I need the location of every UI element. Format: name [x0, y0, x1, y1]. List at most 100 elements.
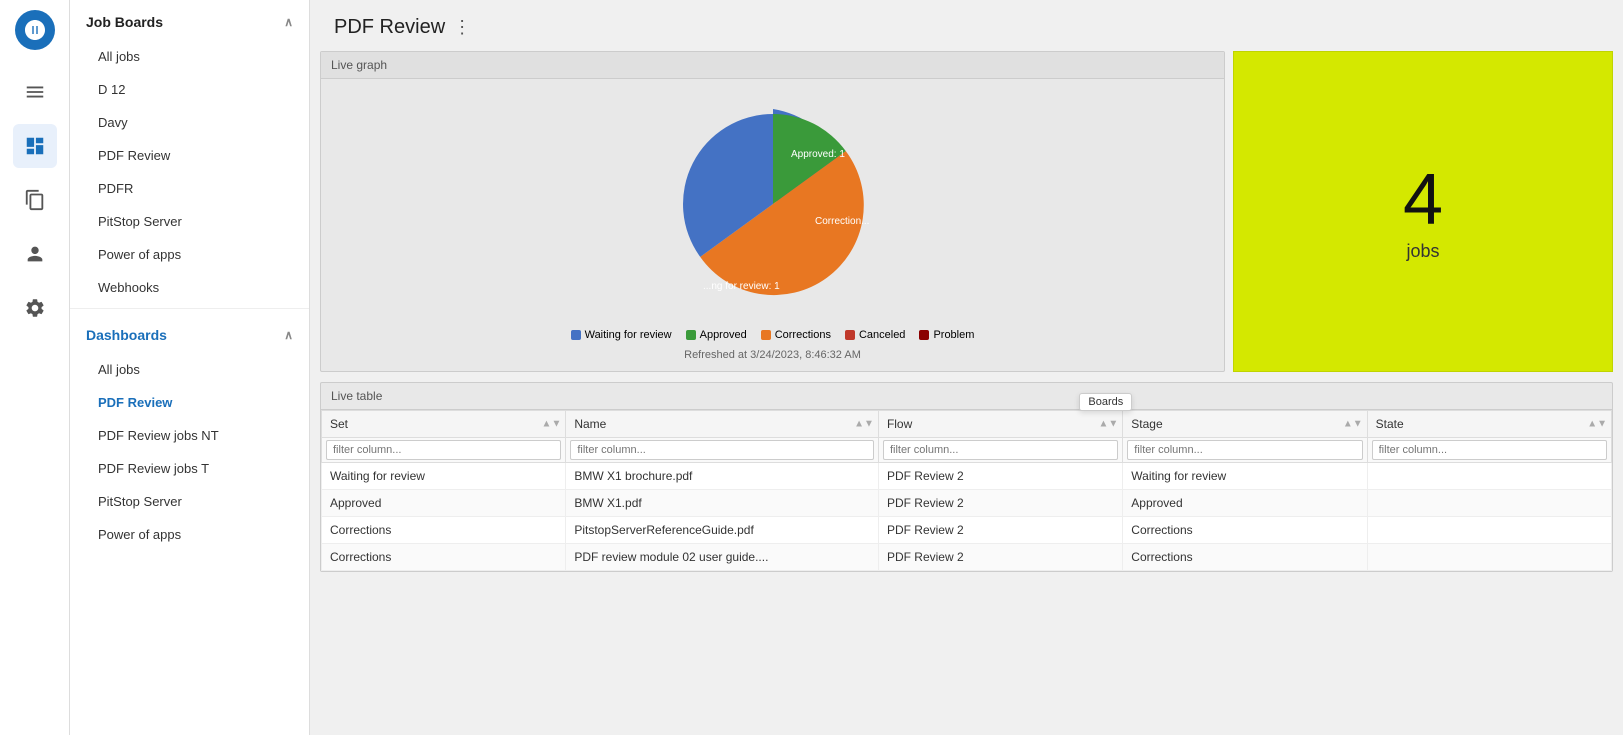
sidebar-item-all-jobs-jb[interactable]: All jobs [70, 40, 309, 73]
sidebar-item-d12[interactable]: D 12 [70, 73, 309, 106]
legend-dot-canceled [845, 330, 855, 340]
filter-set-input[interactable] [326, 440, 561, 460]
filter-stage-cell [1123, 438, 1367, 463]
sidebar-item-webhooks[interactable]: Webhooks [70, 271, 309, 304]
filter-flow-input[interactable] [883, 440, 1118, 460]
table-header-row: Set ▲▼ Name ▲▼ Flow ▲▼ Boards [322, 411, 1612, 438]
cell-set: Corrections [322, 517, 566, 544]
page-title: PDF Review [334, 16, 445, 39]
table-row[interactable]: CorrectionsPDF review module 02 user gui… [322, 544, 1612, 571]
filter-state-cell [1367, 438, 1611, 463]
sidebar-item-davy[interactable]: Davy [70, 106, 309, 139]
cell-flow: PDF Review 2 [878, 544, 1122, 571]
cell-state [1367, 517, 1611, 544]
main-header: PDF Review ⋮ [310, 0, 1623, 51]
sidebar-item-pdfr[interactable]: PDFR [70, 172, 309, 205]
sort-set-icon: ▲▼ [542, 419, 562, 430]
nav-list-icon[interactable] [13, 70, 57, 114]
nav-user-icon[interactable] [13, 232, 57, 276]
sidebar-item-all-jobs-db[interactable]: All jobs [70, 353, 309, 386]
live-table: Set ▲▼ Name ▲▼ Flow ▲▼ Boards [321, 410, 1612, 571]
legend-canceled: Canceled [845, 329, 905, 341]
table-row[interactable]: CorrectionsPitstopServerReferenceGuide.p… [322, 517, 1612, 544]
icon-bar [0, 0, 70, 735]
filter-name-input[interactable] [570, 440, 874, 460]
legend-label-problem: Problem [933, 329, 974, 341]
cell-flow: PDF Review 2 [878, 517, 1122, 544]
pie-legend: Waiting for review Approved Corrections [571, 329, 975, 341]
cell-stage: Corrections [1123, 517, 1367, 544]
col-state[interactable]: State ▲▼ [1367, 411, 1611, 438]
cell-set: Corrections [322, 544, 566, 571]
sidebar-item-pitstop-server-jb[interactable]: PitStop Server [70, 205, 309, 238]
job-boards-chevron: ∧ [284, 15, 293, 29]
cell-flow: PDF Review 2 [878, 490, 1122, 517]
app-logo[interactable] [15, 10, 55, 50]
legend-dot-approved [686, 330, 696, 340]
sidebar-item-power-of-apps-jb[interactable]: Power of apps [70, 238, 309, 271]
main-body: Live graph [310, 51, 1623, 735]
nav-settings-icon[interactable] [13, 286, 57, 330]
col-set[interactable]: Set ▲▼ [322, 411, 566, 438]
col-stage[interactable]: Stage ▲▼ [1123, 411, 1367, 438]
cell-state [1367, 490, 1611, 517]
sidebar-item-pdf-review-db[interactable]: PDF Review [70, 386, 309, 419]
live-graph-title: Live graph [321, 52, 1224, 79]
cell-name: BMW X1.pdf [566, 490, 879, 517]
sidebar-divider [70, 308, 309, 309]
page-menu-icon[interactable]: ⋮ [453, 17, 471, 38]
job-boards-section[interactable]: Job Boards ∧ [70, 0, 309, 40]
cell-name: PitstopServerReferenceGuide.pdf [566, 517, 879, 544]
sort-flow-icon: ▲▼ [1098, 419, 1118, 430]
refresh-timestamp: Refreshed at 3/24/2023, 8:46:32 AM [684, 349, 861, 361]
pie-label-approved: Approved: 1 [791, 149, 845, 160]
filter-state-input[interactable] [1372, 440, 1607, 460]
legend-dot-corrections [761, 330, 771, 340]
boards-tooltip: Boards [1079, 393, 1132, 411]
legend-dot-problem [919, 330, 929, 340]
kpi-number: 4 [1403, 161, 1443, 240]
main-content: PDF Review ⋮ Live graph [310, 0, 1623, 735]
table-body: Waiting for reviewBMW X1 brochure.pdfPDF… [322, 463, 1612, 571]
cell-state [1367, 544, 1611, 571]
cell-stage: Waiting for review [1123, 463, 1367, 490]
kpi-panel: 4 jobs [1233, 51, 1613, 372]
cell-state [1367, 463, 1611, 490]
sidebar-item-pdf-review-jb[interactable]: PDF Review [70, 139, 309, 172]
filter-stage-input[interactable] [1127, 440, 1362, 460]
sort-name-icon: ▲▼ [854, 419, 874, 430]
legend-label-canceled: Canceled [859, 329, 905, 341]
cell-stage: Approved [1123, 490, 1367, 517]
sidebar-item-pitstop-server-db[interactable]: PitStop Server [70, 485, 309, 518]
pie-label-waiting: ...ng for review: 1 [703, 281, 780, 292]
dashboards-section[interactable]: Dashboards ∧ [70, 313, 309, 353]
pie-label-corrections: Correction... [815, 216, 869, 227]
nav-copy-icon[interactable] [13, 178, 57, 222]
sidebar-item-pdf-review-t[interactable]: PDF Review jobs T [70, 452, 309, 485]
legend-corrections: Corrections [761, 329, 831, 341]
dashboard-top-row: Live graph [310, 51, 1623, 372]
live-table-title: Live table [321, 383, 1612, 410]
legend-waiting: Waiting for review [571, 329, 672, 341]
job-boards-label: Job Boards [86, 14, 163, 30]
sort-stage-icon: ▲▼ [1343, 419, 1363, 430]
job-boards-items: All jobs D 12 Davy PDF Review PDFR PitSt… [70, 40, 309, 304]
pie-chart-2: Approved: 1 Correction... ...ng for revi… [643, 89, 903, 319]
sidebar-item-pdf-review-nt[interactable]: PDF Review jobs NT [70, 419, 309, 452]
nav-dashboard-icon[interactable] [13, 124, 57, 168]
live-graph-content: Approved: 1 Correction... ...ng for revi… [321, 79, 1224, 371]
filter-set-cell [322, 438, 566, 463]
sidebar-item-power-of-apps-db[interactable]: Power of apps [70, 518, 309, 551]
col-name[interactable]: Name ▲▼ [566, 411, 879, 438]
cell-set: Waiting for review [322, 463, 566, 490]
cell-name: BMW X1 brochure.pdf [566, 463, 879, 490]
col-flow[interactable]: Flow ▲▼ Boards [878, 411, 1122, 438]
sidebar: Job Boards ∧ All jobs D 12 Davy PDF Revi… [70, 0, 310, 735]
kpi-label: jobs [1406, 241, 1439, 262]
table-row[interactable]: Waiting for reviewBMW X1 brochure.pdfPDF… [322, 463, 1612, 490]
table-row[interactable]: ApprovedBMW X1.pdfPDF Review 2Approved [322, 490, 1612, 517]
legend-label-waiting: Waiting for review [585, 329, 672, 341]
dashboards-label: Dashboards [86, 327, 167, 343]
legend-dot-waiting [571, 330, 581, 340]
legend-approved: Approved [686, 329, 747, 341]
